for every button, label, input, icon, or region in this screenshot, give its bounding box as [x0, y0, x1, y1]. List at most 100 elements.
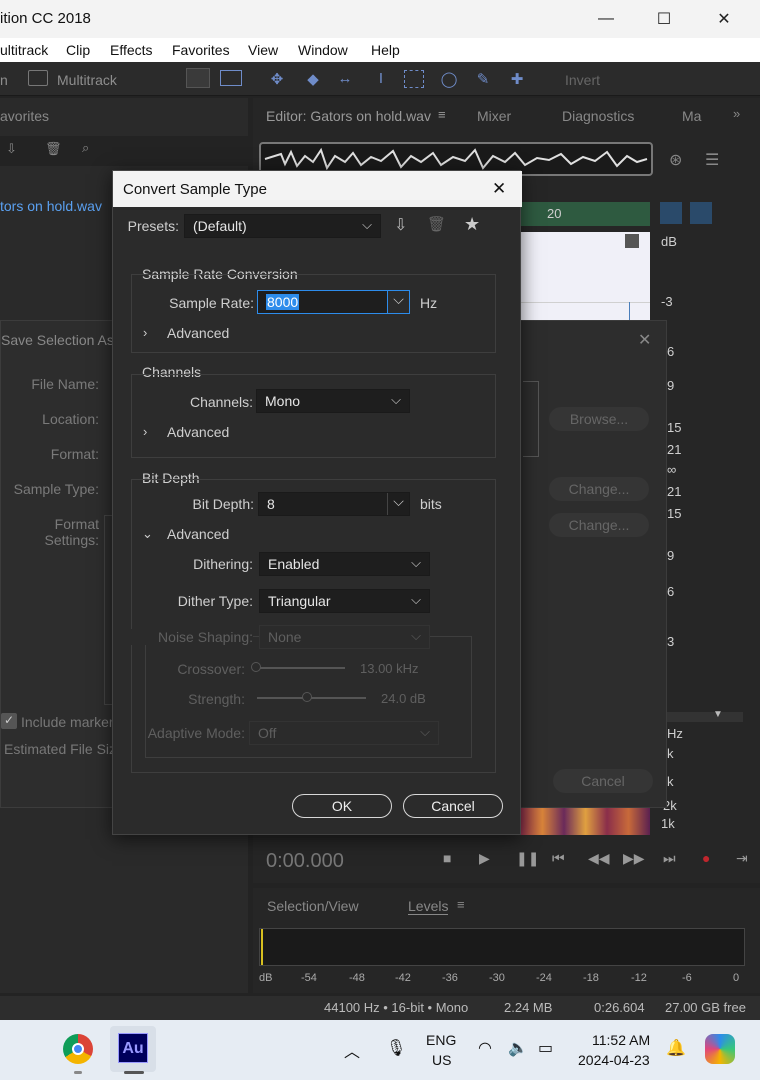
- pin-icon[interactable]: [690, 202, 712, 224]
- meter-peak: [261, 929, 263, 965]
- advanced-toggle[interactable]: Advanced: [167, 424, 229, 440]
- zoom-icon[interactable]: ⊛: [669, 150, 682, 170]
- db-label: 6: [667, 584, 675, 599]
- skip-end-icon[interactable]: ⏭: [663, 850, 676, 867]
- delete-preset-icon[interactable]: 🗑: [427, 215, 446, 233]
- tab-selection-view[interactable]: Selection/View: [267, 898, 359, 914]
- bit-depth-select[interactable]: 8 ⌵: [258, 492, 410, 516]
- minimize-button[interactable]: —: [578, 0, 634, 38]
- chevron-down-icon[interactable]: ⌵: [387, 291, 409, 313]
- invert-button[interactable]: Invert: [565, 72, 600, 88]
- time-ruler[interactable]: 20: [521, 202, 650, 226]
- waveform-tab[interactable]: n: [0, 72, 8, 88]
- menu-multitrack[interactable]: ultitrack: [0, 42, 48, 58]
- fast-forward-icon[interactable]: ▶▶: [623, 850, 645, 867]
- cancel-button[interactable]: Cancel: [403, 794, 503, 818]
- crossover-label: Crossover:: [177, 661, 245, 677]
- menu-window[interactable]: Window: [298, 42, 348, 58]
- menu-view[interactable]: View: [248, 42, 278, 58]
- list-icon[interactable]: ☰: [705, 150, 719, 170]
- ok-button[interactable]: OK: [292, 794, 392, 818]
- chevron-up-icon[interactable]: ︿: [344, 1038, 360, 1062]
- battery-icon[interactable]: ▭: [538, 1038, 553, 1058]
- change-sample-type-button[interactable]: Change...: [549, 477, 649, 501]
- skip-start-icon[interactable]: ⏮: [552, 850, 565, 867]
- spectral-pitch-icon[interactable]: [220, 70, 242, 86]
- tab-editor[interactable]: Editor: Gators on hold.wav: [266, 108, 431, 124]
- crossover-slider-knob[interactable]: [251, 662, 261, 672]
- maximize-button[interactable]: ☐: [636, 0, 692, 38]
- menu-help[interactable]: Help: [371, 42, 400, 58]
- razor-tool-icon[interactable]: ◆: [304, 70, 322, 88]
- advanced-toggle[interactable]: Advanced: [167, 526, 229, 542]
- sample-rate-select[interactable]: 8000 ⌵: [257, 290, 410, 314]
- channels-value: Mono: [265, 393, 301, 409]
- trash-icon[interactable]: 🗑: [45, 141, 62, 157]
- volume-icon[interactable]: 🔈: [508, 1038, 528, 1058]
- lasso-tool-icon[interactable]: ◯: [440, 70, 458, 88]
- menu-clip[interactable]: Clip: [66, 42, 90, 58]
- advanced-toggle[interactable]: Advanced: [167, 325, 229, 341]
- pause-icon[interactable]: ❚❚: [516, 850, 539, 867]
- save-preset-icon[interactable]: ⇩: [394, 215, 407, 235]
- chevron-down-icon[interactable]: ⌵: [387, 493, 409, 515]
- time-selection-icon[interactable]: I: [372, 70, 390, 88]
- stop-icon[interactable]: ■: [443, 850, 451, 866]
- menu-effects[interactable]: Effects: [110, 42, 153, 58]
- language-bottom[interactable]: US: [432, 1052, 451, 1068]
- copilot-icon[interactable]: [705, 1034, 735, 1064]
- close-button[interactable]: ✕: [696, 0, 752, 38]
- move-tool-icon[interactable]: ✥: [268, 70, 286, 88]
- record-icon[interactable]: ●: [702, 850, 710, 866]
- panel-menu-icon[interactable]: ≡: [438, 107, 446, 122]
- tab-more[interactable]: Ma: [682, 108, 701, 124]
- adaptive-mode-select[interactable]: Off ⌵: [249, 721, 439, 745]
- clock-time[interactable]: 11:52 AM: [592, 1032, 650, 1048]
- brush-tool-icon[interactable]: ✎: [474, 70, 492, 88]
- clock-date[interactable]: 2024-04-23: [578, 1052, 650, 1068]
- chrome-icon[interactable]: [63, 1034, 93, 1064]
- favorite-star-icon[interactable]: ★: [464, 214, 480, 235]
- file-item[interactable]: tors on hold.wav: [0, 198, 102, 214]
- wifi-icon[interactable]: ◠: [478, 1038, 492, 1058]
- microphone-icon[interactable]: 🎙: [386, 1038, 406, 1058]
- levels-menu-icon[interactable]: ≡: [457, 897, 465, 912]
- collapse-icon[interactable]: ▼: [713, 709, 723, 720]
- save-dialog-close-icon[interactable]: ✕: [638, 330, 651, 350]
- db-label: 21: [667, 442, 682, 457]
- spectrogram[interactable]: [521, 808, 650, 835]
- tabs-overflow-icon[interactable]: »: [733, 106, 740, 121]
- loop-icon[interactable]: ⇥: [736, 850, 748, 867]
- strength-slider-knob[interactable]: [302, 692, 312, 702]
- browse-button[interactable]: Browse...: [549, 407, 649, 431]
- tab-levels[interactable]: Levels: [408, 898, 449, 915]
- channels-select[interactable]: Mono ⌵: [256, 389, 410, 413]
- audition-icon[interactable]: Au: [118, 1033, 148, 1063]
- chevron-right-icon[interactable]: ›: [143, 325, 147, 340]
- presets-select[interactable]: (Default) ⌵: [184, 214, 381, 238]
- chevron-right-icon[interactable]: ›: [143, 424, 147, 439]
- dither-type-select[interactable]: Triangular ⌵: [259, 589, 430, 613]
- dithering-select[interactable]: Enabled ⌵: [259, 552, 430, 576]
- lock-icon[interactable]: [660, 202, 682, 224]
- search-icon[interactable]: ⌕: [82, 140, 89, 156]
- tab-mixer[interactable]: Mixer: [477, 108, 511, 124]
- marquee-tool-icon[interactable]: [404, 70, 424, 88]
- include-markers-checkbox[interactable]: ✓: [1, 713, 17, 729]
- spectral-frequency-icon[interactable]: [186, 68, 210, 88]
- noise-shaping-select[interactable]: None ⌵: [259, 625, 430, 649]
- rewind-icon[interactable]: ◀◀: [588, 850, 610, 867]
- menu-favorites[interactable]: Favorites: [172, 42, 230, 58]
- tab-diagnostics[interactable]: Diagnostics: [562, 108, 634, 124]
- chevron-down-icon[interactable]: ⌄: [142, 526, 153, 542]
- save-cancel-button[interactable]: Cancel: [553, 769, 653, 793]
- language-top[interactable]: ENG: [426, 1032, 456, 1048]
- change-format-settings-button[interactable]: Change...: [549, 513, 649, 537]
- spot-healing-icon[interactable]: ✚: [508, 70, 526, 88]
- notification-bell-icon[interactable]: 🔔: [666, 1038, 686, 1058]
- play-icon[interactable]: ▶: [479, 850, 490, 867]
- import-icon[interactable]: ⇩: [6, 141, 17, 157]
- slip-tool-icon[interactable]: ↔: [336, 70, 354, 88]
- dialog-close-icon[interactable]: ✕: [492, 179, 506, 199]
- multitrack-tab[interactable]: Multitrack: [57, 72, 117, 88]
